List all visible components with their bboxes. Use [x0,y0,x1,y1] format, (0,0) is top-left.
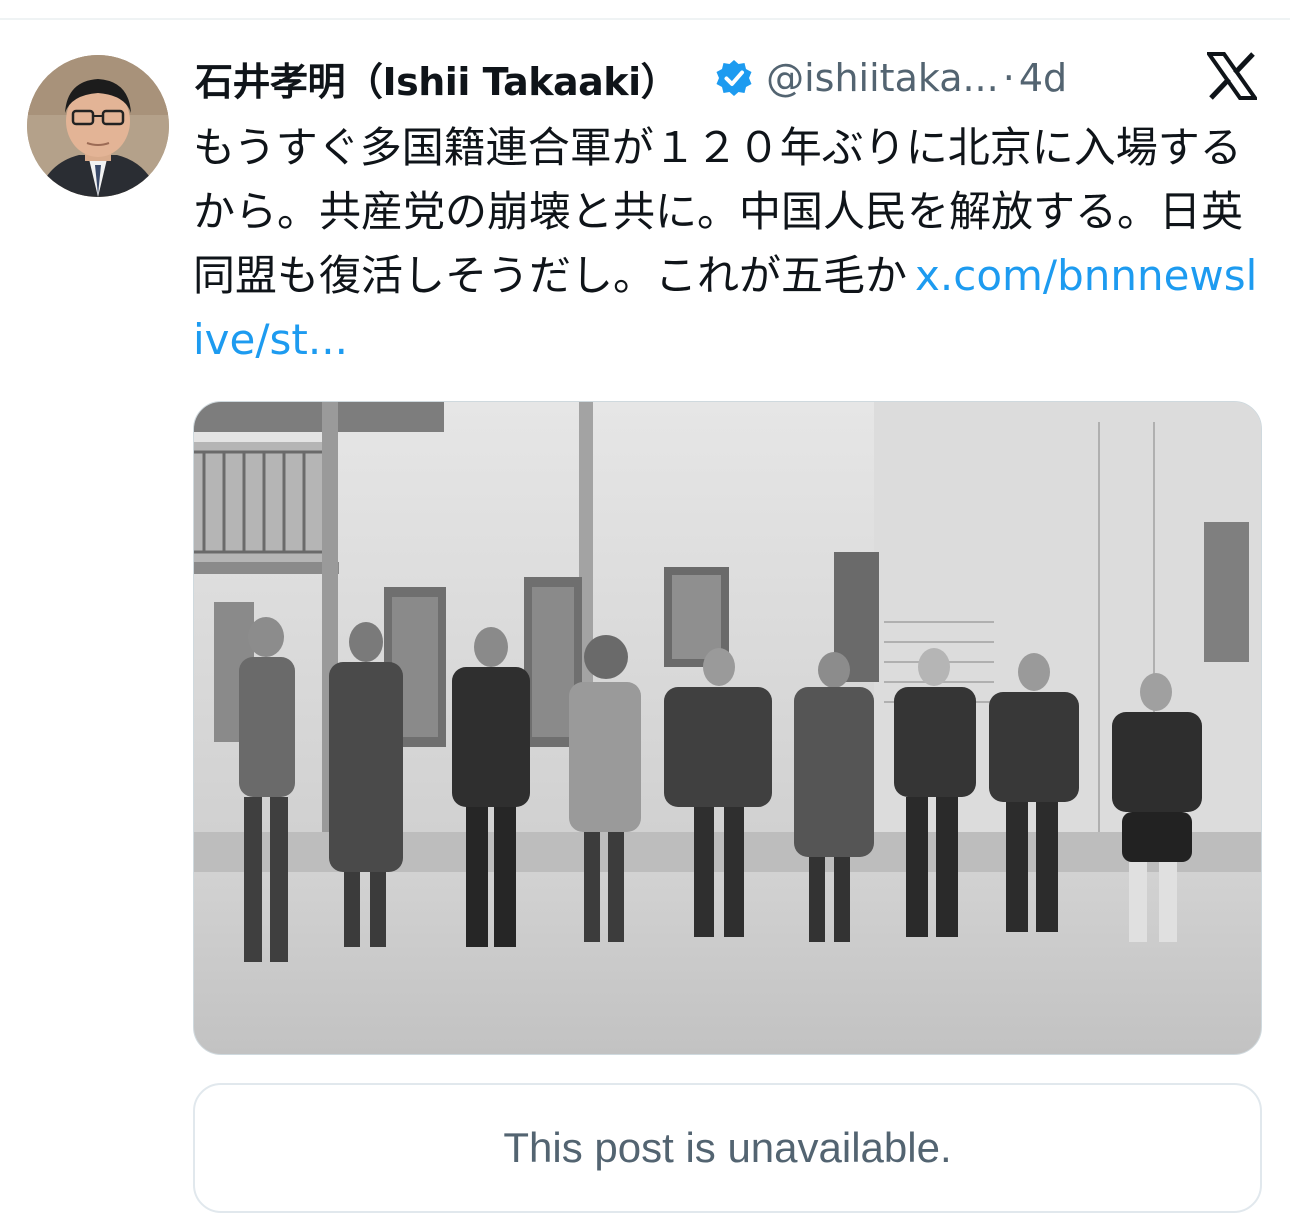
avatar[interactable] [27,55,169,197]
quoted-post-card[interactable]: This post is unavailable. [193,1083,1262,1213]
top-divider [0,18,1290,20]
post-image[interactable] [193,401,1262,1055]
post-text: もうすぐ多国籍連合軍が１２０年ぶりに北京に入場するから。共産党の崩壊と共に。中国… [193,116,1263,372]
unavailable-message: This post is unavailable. [503,1124,952,1171]
author-display-name[interactable]: 石井孝明（Ishii Takaaki） [195,51,679,106]
post-timestamp[interactable]: 4d [1019,56,1067,100]
author-handle[interactable]: @ishiitaka... [766,56,999,100]
verified-badge-icon [714,58,754,98]
x-logo-icon [1205,52,1259,100]
post-header: 石井孝明（Ishii Takaaki） @ishiitaka... · 4d [195,50,1067,106]
separator-dot: · [1002,56,1015,100]
